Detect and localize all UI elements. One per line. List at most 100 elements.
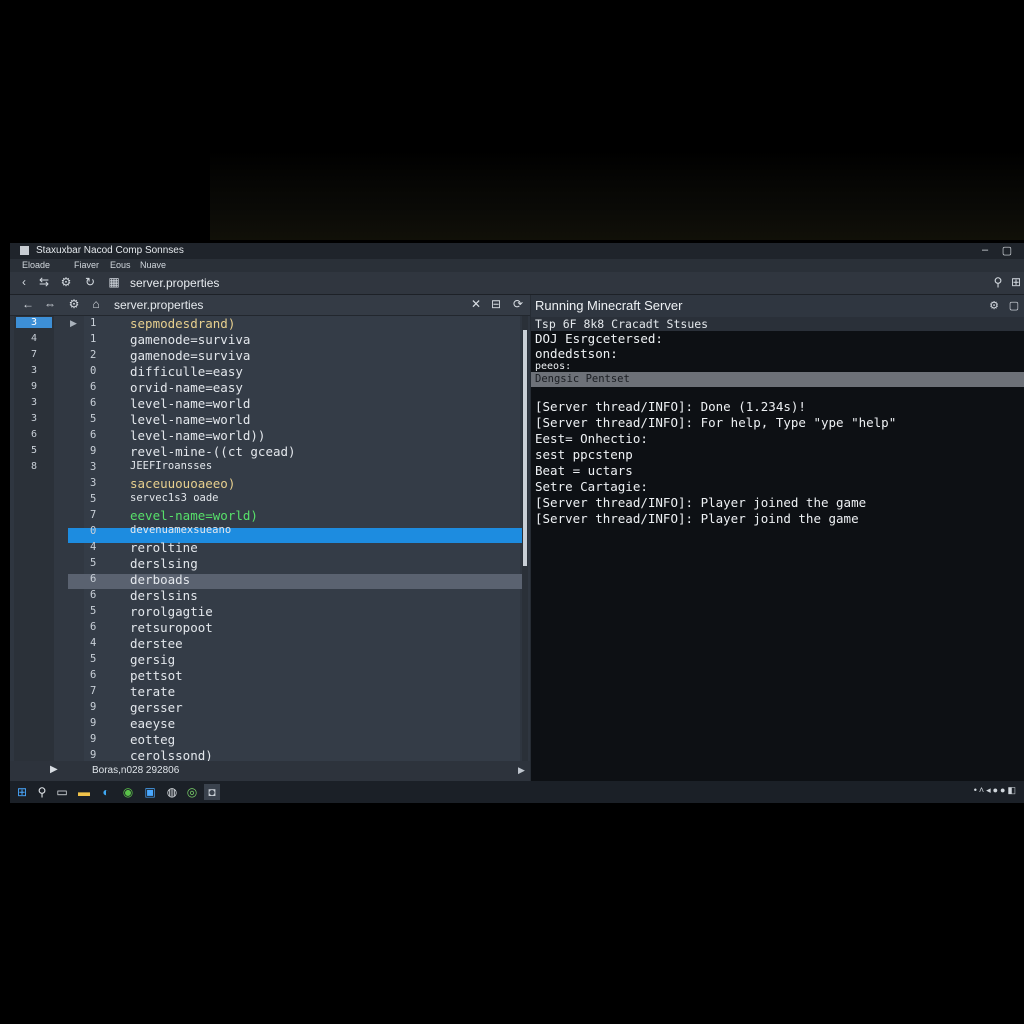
- code-line[interactable]: pettsot: [130, 668, 183, 683]
- line-number: 2: [90, 349, 97, 361]
- code-line[interactable]: derslsins: [130, 588, 198, 603]
- code-line[interactable]: derboads: [130, 572, 190, 587]
- code-line[interactable]: devenuamexsueano: [130, 524, 231, 536]
- terminal-line: ondedstson:: [535, 346, 618, 361]
- line-number: 6: [90, 429, 97, 441]
- sync-icon[interactable]: ⟳: [510, 297, 526, 311]
- code-line[interactable]: eotteg: [130, 732, 175, 747]
- scroll-right-icon[interactable]: ▶: [518, 765, 525, 776]
- line-number: 9: [90, 717, 97, 729]
- terminal-settings-icon[interactable]: ⚙: [987, 299, 1001, 312]
- code-line[interactable]: derstee: [130, 636, 183, 651]
- task-view-icon[interactable]: ▭: [54, 784, 70, 800]
- gutter-number: 6: [30, 429, 38, 440]
- code-line[interactable]: retsuropoot: [130, 620, 213, 635]
- line-number: 7: [90, 685, 97, 697]
- background-glow: [210, 150, 1024, 240]
- code-line[interactable]: gamenode=surviva: [130, 348, 250, 363]
- code-line[interactable]: sepmodesdrand): [130, 316, 235, 331]
- code-line[interactable]: rorolgagtie: [130, 604, 213, 619]
- fold-arrow-icon[interactable]: ▶: [70, 318, 77, 329]
- title-bar: Staxuxbar Nacod Comp Sonnses – ▢: [10, 243, 1024, 259]
- address-bar[interactable]: server.properties: [130, 276, 219, 290]
- code-line[interactable]: gersser: [130, 700, 183, 715]
- menu-item[interactable]: Eloade: [22, 260, 50, 270]
- back-icon[interactable]: ←: [20, 297, 36, 311]
- scrollbar-thumb[interactable]: [523, 330, 527, 566]
- terminal-subheader: Tsp 6F 8k8 Cracadt Stsues: [531, 317, 1024, 331]
- code-line[interactable]: revel-mine-((ct gcead): [130, 444, 296, 459]
- file-explorer-icon[interactable]: ▬: [76, 784, 92, 800]
- line-number: 0: [90, 365, 97, 377]
- settings-icon[interactable]: ⚙: [58, 275, 74, 289]
- minecraft-icon[interactable]: ◘: [204, 784, 220, 800]
- code-line[interactable]: eevel-name=world): [130, 508, 258, 523]
- steam-icon[interactable]: ◎: [184, 784, 200, 800]
- menu-icon[interactable]: ⚲: [990, 275, 1006, 289]
- swap-icon[interactable]: ⇔: [42, 297, 58, 311]
- code-line[interactable]: reroltine: [130, 540, 198, 555]
- menu-item[interactable]: Fiaver: [74, 260, 99, 270]
- gutter-number: 3: [30, 397, 38, 408]
- menu-item[interactable]: Eous: [110, 260, 131, 270]
- minimize-button[interactable]: –: [978, 244, 992, 256]
- line-number: 4: [90, 541, 97, 553]
- code-line[interactable]: orvid-name=easy: [130, 380, 243, 395]
- code-line[interactable]: level-name=world: [130, 412, 250, 427]
- status-text: Boras,n028 292806: [92, 765, 180, 776]
- line-number: 6: [90, 381, 97, 393]
- menu-item[interactable]: Nuave: [140, 260, 166, 270]
- chrome-icon[interactable]: ◉: [120, 784, 136, 800]
- terminal-line: peeos:: [535, 361, 572, 372]
- system-tray[interactable]: •˄◂●●◧: [974, 785, 1018, 796]
- terminal-subheader-text: Tsp 6F 8k8 Cracadt Stsues: [535, 317, 709, 331]
- code-line[interactable]: terate: [130, 684, 175, 699]
- media-icon[interactable]: ◍: [164, 784, 180, 800]
- more-icon[interactable]: ⊞: [1008, 275, 1024, 289]
- terminal-title: Running Minecraft Server: [535, 298, 683, 313]
- line-number: 3: [90, 461, 97, 473]
- editor-tab-title[interactable]: server.properties: [114, 298, 203, 312]
- terminal-highlight-bar: Dengsic Pentset: [531, 372, 1024, 387]
- vertical-scrollbar[interactable]: [522, 316, 528, 781]
- maximize-button[interactable]: ▢: [1000, 244, 1014, 257]
- play-icon[interactable]: ▶: [50, 764, 58, 775]
- taskbar: ⊞ ⚲ ▭ ▬ ◐ ◉ ▣ ◍ ◎ ◘ •˄◂●●◧: [10, 781, 1024, 803]
- line-gutter: [54, 316, 84, 781]
- settings-icon[interactable]: ⚙: [66, 297, 82, 311]
- terminal-line: Eest= Onhectio:: [535, 431, 648, 446]
- line-number: 5: [90, 557, 97, 569]
- store-icon[interactable]: ▣: [142, 784, 158, 800]
- grid-icon[interactable]: ▦: [106, 275, 122, 289]
- code-line[interactable]: derslsing: [130, 556, 198, 571]
- windows-start-icon[interactable]: ⊞: [14, 784, 30, 800]
- line-number: 5: [90, 493, 97, 505]
- code-line[interactable]: difficulle=easy: [130, 364, 243, 379]
- home-icon[interactable]: ⌂: [88, 297, 104, 311]
- terminal-line: [Server thread/INFO]: Done (1.234s)!: [535, 399, 806, 414]
- forward-icon[interactable]: ⇆: [36, 275, 52, 289]
- code-line[interactable]: eaeyse: [130, 716, 175, 731]
- code-line[interactable]: level-name=world: [130, 396, 250, 411]
- code-line[interactable]: level-name=world)): [130, 428, 265, 443]
- editor-status-bar: ▶ Boras,n028 292806 ▶: [10, 761, 530, 781]
- terminal-window-icon[interactable]: ▢: [1007, 299, 1021, 312]
- refresh-icon[interactable]: ↻: [82, 275, 98, 289]
- close-icon[interactable]: ✕: [468, 297, 484, 311]
- search-icon[interactable]: ⚲: [34, 784, 50, 800]
- code-line[interactable]: gamenode=surviva: [130, 332, 250, 347]
- code-line[interactable]: gersig: [130, 652, 175, 667]
- code-line[interactable]: servec1s3 oade: [130, 492, 219, 504]
- back-icon[interactable]: ‹: [16, 275, 32, 289]
- gutter-number: 3: [16, 317, 52, 328]
- line-number: 6: [90, 573, 97, 585]
- split-icon[interactable]: ⊟: [488, 297, 504, 311]
- edge-icon[interactable]: ◐: [98, 784, 114, 800]
- line-number: 9: [90, 749, 97, 761]
- line-number: 6: [90, 669, 97, 681]
- code-line[interactable]: saceuuouoaeeo): [130, 476, 235, 491]
- code-line[interactable]: JEEFIroansses: [130, 460, 212, 472]
- menu-bar: Eloade Fiaver Eous Nuave: [10, 259, 1024, 272]
- terminal-line: sest ppcstenp: [535, 447, 633, 462]
- line-number: 5: [90, 653, 97, 665]
